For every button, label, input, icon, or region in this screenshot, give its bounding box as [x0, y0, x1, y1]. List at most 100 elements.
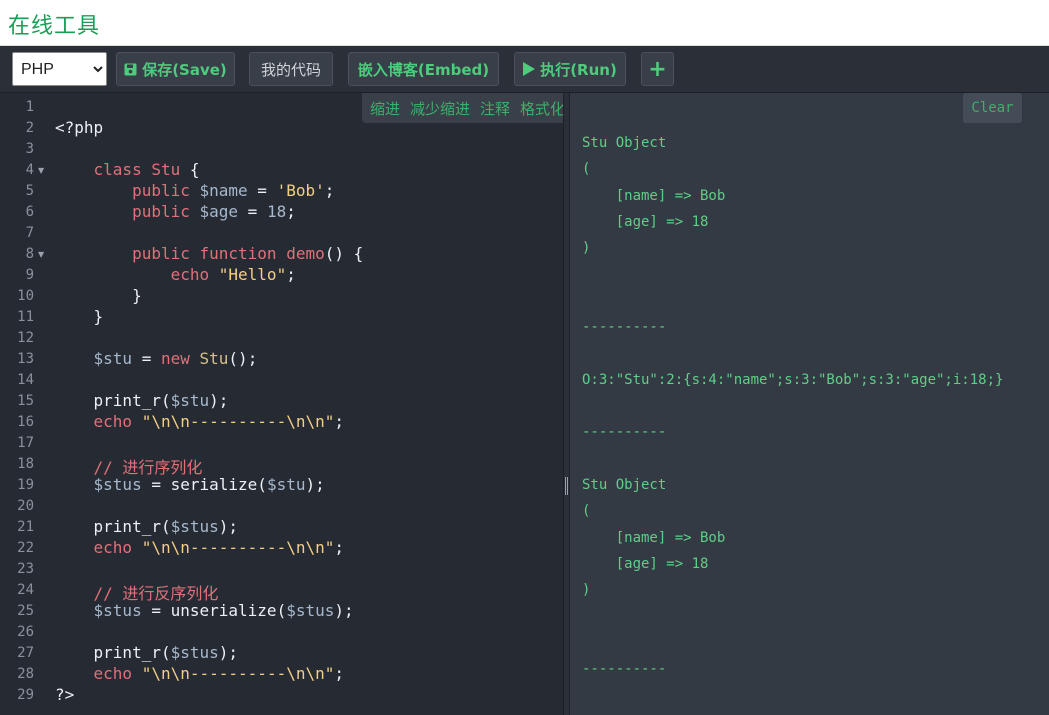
code-token: 18	[266, 202, 287, 221]
line-number: 25	[17, 603, 34, 619]
embed-button[interactable]: 嵌入博客(Embed)	[348, 52, 499, 86]
line-number: 7	[25, 225, 34, 241]
my-code-label: 我的代码	[260, 60, 321, 79]
output-line: O:3:"Stu":2:{s:4:"name";s:3:"Bob";s:3:"a…	[582, 371, 1004, 388]
code-token: ?>	[55, 685, 75, 704]
output-line: )	[582, 582, 591, 599]
line-number: 27	[17, 645, 34, 661]
line-number: 4	[25, 162, 34, 178]
outdent-button[interactable]: 减少缩进	[410, 98, 470, 119]
line-number: 23	[17, 561, 34, 577]
code-token: );	[334, 601, 354, 620]
output-line: )	[582, 240, 591, 257]
line-number: 29	[17, 687, 34, 703]
line-number: 9	[25, 267, 34, 283]
code-line: echo "\n\n----------\n\n";	[55, 664, 344, 683]
code-token: $stus	[170, 643, 219, 662]
plus-icon: +	[648, 56, 667, 82]
code-token: );	[218, 517, 239, 536]
code-token: function	[199, 244, 277, 263]
line-number: 26	[17, 624, 34, 640]
line-number: 8	[25, 246, 34, 262]
language-select[interactable]: PHP	[12, 52, 107, 86]
indent-button[interactable]: 缩进	[370, 98, 400, 119]
pane-splitter[interactable]	[563, 93, 570, 715]
code-line: }	[55, 286, 142, 305]
code-token: );	[209, 391, 229, 410]
code-token: );	[218, 643, 239, 662]
fold-arrow-icon[interactable]: ▼	[38, 166, 44, 175]
code-line: public $name = 'Bob';	[55, 181, 334, 200]
drag-handle-icon[interactable]	[565, 477, 568, 495]
code-line: class Stu {	[55, 160, 200, 179]
output-line: Stu Object	[582, 135, 667, 151]
code-token: "	[324, 538, 335, 557]
editor-menu: 缩进 减少缩进 注释 格式化	[362, 93, 563, 123]
code-token: =	[238, 202, 267, 221]
code-token: public	[132, 202, 190, 221]
code-line: ?>	[55, 685, 74, 704]
run-button-label: 执行(Run)	[540, 60, 617, 79]
line-number: 16	[17, 414, 34, 430]
code-token: <?php	[55, 118, 104, 137]
code-line: echo "\n\n----------\n\n";	[55, 538, 344, 557]
code-token: $stus	[286, 601, 335, 620]
code-token: "	[324, 664, 335, 683]
output-line: [name] => Bob	[582, 187, 726, 204]
code-token: echo	[93, 412, 133, 431]
code-line: echo "\n\n----------\n\n";	[55, 412, 344, 431]
format-button[interactable]: 格式化	[520, 98, 563, 119]
play-icon	[523, 62, 536, 76]
code-token: print_r(	[55, 391, 171, 410]
output-line: Stu Object	[582, 476, 667, 493]
code-token: new	[160, 349, 190, 368]
output-line: (	[582, 503, 591, 520]
app-title: 在线工具	[8, 14, 101, 39]
code-token: print_r(	[55, 517, 171, 536]
code-token: }	[55, 307, 104, 326]
fold-arrow-icon[interactable]: ▼	[38, 250, 44, 259]
code-token: "	[324, 412, 335, 431]
code-token: demo	[286, 244, 325, 263]
code-line: public function demo() {	[55, 244, 363, 263]
code-token: $stus	[93, 601, 142, 620]
code-token: = serialize(	[141, 475, 267, 494]
code-token: public	[132, 181, 190, 200]
code-token: $stus	[93, 475, 142, 494]
my-code-button[interactable]: 我的代码	[249, 52, 333, 86]
save-button[interactable]: 保存(Save)	[116, 52, 235, 86]
line-number: 24	[17, 582, 34, 598]
code-token: = unserialize(	[141, 601, 287, 620]
code-token: \n\n	[286, 538, 325, 557]
embed-button-label: 嵌入博客(Embed)	[357, 60, 490, 79]
output-line: ----------	[582, 424, 667, 441]
clear-button[interactable]: Clear	[963, 93, 1022, 123]
add-button[interactable]: +	[641, 52, 674, 86]
code-token: }	[55, 286, 142, 305]
code-token: class	[93, 160, 142, 179]
code-token: );	[305, 475, 325, 494]
code-token: "	[141, 664, 152, 683]
code-token: =	[247, 181, 277, 200]
code-token: \n\n	[151, 412, 190, 431]
code-token: ;	[334, 412, 345, 431]
code-line: $stus = serialize($stu);	[55, 475, 325, 494]
comment-button[interactable]: 注释	[480, 98, 510, 119]
line-number: 11	[17, 309, 34, 325]
code-token: $age	[199, 202, 239, 221]
code-editor[interactable]: 1 2 3 4 5 6 7 8 9 10 11 12 13 14 15 16 17 18 19 20 21 22 23 24 2…	[0, 93, 563, 715]
output-line: [name] => Bob	[582, 529, 726, 546]
save-button-label: 保存(Save)	[142, 60, 227, 79]
code-line: echo "Hello";	[55, 265, 296, 284]
run-button[interactable]: 执行(Run)	[514, 52, 626, 86]
line-number: 3	[25, 141, 34, 157]
line-number: 14	[17, 372, 34, 388]
